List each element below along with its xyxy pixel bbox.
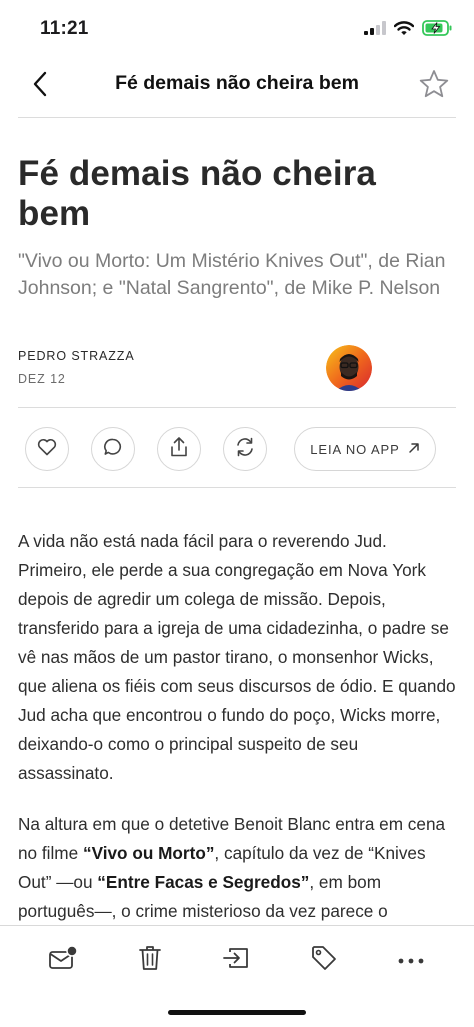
- mark-unread-button[interactable]: [43, 940, 83, 980]
- body-paragraph-2: Na altura em que o detetive Benoit Blanc…: [18, 810, 458, 926]
- inbox-unread-icon: [48, 944, 78, 976]
- back-chevron-icon: [32, 71, 48, 102]
- body-bold-run: “Entre Facas e Segredos”: [97, 872, 310, 892]
- label-button[interactable]: [304, 940, 344, 980]
- battery-charging-icon: [422, 20, 452, 41]
- more-button[interactable]: [391, 940, 431, 980]
- body-paragraph-1: A vida não está nada fácil para o revere…: [18, 531, 456, 783]
- star-button[interactable]: [414, 66, 454, 106]
- move-icon: [222, 945, 250, 976]
- nav-bar: Fé demais não cheira bem: [0, 58, 474, 114]
- author-name[interactable]: PEDRO STRAZZA: [18, 349, 135, 363]
- restack-icon: [234, 436, 256, 463]
- tag-icon: [310, 944, 338, 977]
- status-bar: 11:21: [0, 0, 474, 56]
- delete-button[interactable]: [130, 940, 170, 980]
- arrow-up-right-icon: [408, 442, 420, 457]
- status-icons: [364, 20, 452, 41]
- share-icon: [169, 436, 189, 463]
- body-bold-run: “Vivo ou Morto”: [82, 843, 215, 863]
- trash-icon: [138, 944, 162, 977]
- post-date: DEZ 12: [18, 372, 66, 386]
- nav-title: Fé demais não cheira bem: [115, 72, 359, 94]
- open-in-app-button[interactable]: LEIA NO APP: [294, 427, 436, 471]
- share-button[interactable]: [157, 427, 201, 471]
- like-button[interactable]: [25, 427, 69, 471]
- header-divider: [18, 407, 456, 408]
- wifi-icon: [393, 20, 415, 41]
- open-in-app-label: LEIA NO APP: [310, 441, 400, 457]
- move-button[interactable]: [216, 940, 256, 980]
- heart-icon: [37, 438, 57, 461]
- article-subtitle: "Vivo ou Morto: Um Mistério Knives Out",…: [18, 250, 446, 299]
- comment-button[interactable]: [91, 427, 135, 471]
- more-icon: [398, 951, 424, 969]
- comment-icon: [103, 437, 123, 462]
- star-icon: [418, 68, 450, 105]
- author-avatar[interactable]: [326, 345, 372, 391]
- restack-button[interactable]: [223, 427, 267, 471]
- home-indicator: [168, 1010, 306, 1015]
- back-button[interactable]: [22, 68, 58, 104]
- actions-divider: [18, 487, 456, 488]
- nav-divider: [18, 117, 456, 118]
- status-time: 11:21: [40, 18, 89, 39]
- signal-icon: [364, 21, 386, 40]
- article-title: Fé demais não cheira bem: [18, 154, 376, 233]
